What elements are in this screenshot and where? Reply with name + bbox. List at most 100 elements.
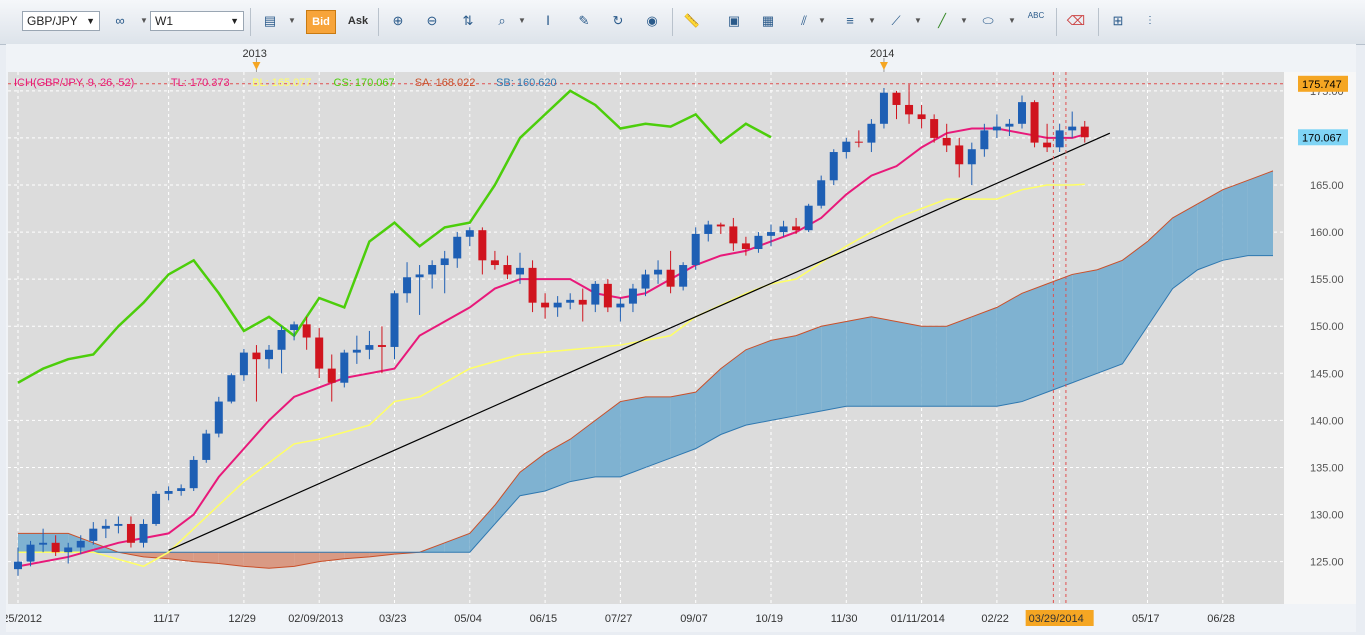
indicator-icon[interactable]: Ⅰ [536, 10, 560, 34]
x-tick-label: 05/17 [1132, 613, 1160, 625]
candle-body-up [867, 123, 876, 143]
chevron-down-icon[interactable]: ▼ [914, 16, 922, 25]
ichimoku-chart[interactable]: 125.00 130.00 135.00 140.00 145.00 150.00 155.… [0, 44, 1356, 632]
candle-body-up [202, 433, 211, 460]
gann-fan-icon[interactable]: ⟋ [884, 10, 908, 34]
globe-icon[interactable]: ◉ [640, 10, 664, 34]
cloud-bull-segment [996, 293, 1022, 407]
candle [804, 203, 813, 233]
x-tick-label: 12/29 [228, 613, 256, 625]
ellipse-icon[interactable]: ⬭ [976, 10, 1000, 34]
horizontal-lines-icon[interactable]: ≡ [838, 10, 862, 34]
x-tick-label: 11/30 [831, 613, 858, 625]
candle-body-down [955, 145, 964, 165]
magnifier-icon[interactable]: ⌕ [490, 10, 514, 34]
symbol-select[interactable]: GBP/JPY ▼ [22, 11, 100, 31]
legend-tl: TL: 170.373 [171, 77, 230, 89]
cloud-bull-segment [1047, 274, 1073, 393]
chevron-down-icon[interactable]: ▼ [288, 16, 296, 25]
candle [340, 349, 349, 388]
candle-body-down [1030, 102, 1039, 143]
eraser-icon[interactable]: ⌫ [1064, 10, 1088, 34]
zoom-in-icon[interactable]: ⊕ [386, 10, 410, 34]
candle-body-up [1055, 130, 1064, 148]
drawing-pen-icon[interactable]: ✎ [572, 10, 596, 34]
link-icon[interactable]: ∞ [108, 10, 132, 34]
x-tick-label: 02/22 [981, 613, 1009, 625]
x-tick-label: 02/09/2013 [288, 613, 343, 625]
candle-body-down [930, 119, 939, 138]
chart-type-icon[interactable]: ▤ [258, 10, 282, 34]
y-tick-label: 150.00 [1310, 321, 1344, 333]
template-icon[interactable]: ▦ [756, 10, 780, 34]
image-icon[interactable]: ▣ [722, 10, 746, 34]
chevron-down-icon[interactable]: ▼ [960, 16, 968, 25]
legend-bl: BL: 165.077 [252, 77, 311, 89]
x-tick-label: 07/27 [605, 613, 633, 625]
candle-body-down [716, 224, 725, 227]
y-tick-label: 140.00 [1310, 415, 1344, 427]
separator [1056, 8, 1057, 36]
last-price-label: 170.067 [1302, 132, 1342, 144]
candle-body-up [101, 525, 110, 529]
auto-scroll-icon[interactable]: ⇅ [456, 10, 480, 34]
candle [227, 373, 236, 404]
candle-body-up [239, 352, 248, 376]
cloud-bull-segment [771, 335, 797, 421]
hierarchy-icon[interactable]: ⊞ [1106, 10, 1130, 34]
cloud-bull-segment [620, 396, 646, 477]
candle-body-up [1018, 102, 1026, 124]
chart-area[interactable]: 125.00 130.00 135.00 140.00 145.00 150.00 155.… [0, 44, 1356, 632]
cloud-bull-segment [896, 321, 922, 407]
candle-body-up [679, 265, 688, 287]
candle-body-up [352, 349, 361, 353]
candle-body-up [403, 277, 412, 294]
candle-body-up [290, 324, 299, 330]
chevron-down-icon[interactable]: ▼ [1008, 16, 1016, 25]
zoom-out-icon[interactable]: ⊖ [420, 10, 444, 34]
chevron-down-icon[interactable]: ▼ [818, 16, 826, 25]
x-tick-label: 03/29/2014 [1029, 613, 1084, 625]
cloud-bull-segment [871, 316, 897, 407]
text-icon[interactable]: ABC [1024, 10, 1048, 34]
cloud-bull-segment [921, 326, 947, 407]
timeframe-select[interactable]: W1 ▼ [150, 11, 244, 31]
candle-body-up [704, 224, 713, 234]
x-tick-label: 03/23 [379, 613, 407, 625]
x-tick-label: 10/19 [756, 613, 784, 625]
candle-body-up [616, 303, 625, 308]
bid-button[interactable]: Bid [306, 10, 336, 34]
candle-body-up [227, 375, 236, 402]
candle-body-down [302, 324, 311, 338]
price-axis-background [1284, 72, 1356, 604]
candle-body-up [440, 258, 449, 266]
candle-body-up [428, 265, 437, 275]
ask-button[interactable]: Ask [344, 10, 372, 34]
candle-body-up [767, 232, 775, 236]
separator [672, 8, 673, 36]
y-tick-label: 145.00 [1310, 368, 1344, 380]
chevron-down-icon[interactable]: ▼ [140, 16, 148, 25]
y-tick-label: 125.00 [1310, 557, 1344, 569]
trend-line-icon[interactable]: ╱ [930, 10, 954, 34]
candle-body-up [26, 544, 35, 562]
chevron-down-icon[interactable]: ▼ [868, 16, 876, 25]
candle-body-up [829, 152, 838, 181]
chevron-down-icon[interactable]: ▼ [518, 16, 526, 25]
cloud-bull-segment [1022, 283, 1048, 402]
candle-body-up [779, 226, 788, 233]
x-tick-label: 01/11/2014 [891, 613, 945, 625]
ruler-icon[interactable]: 📏 [680, 10, 704, 34]
candle-body-down [905, 104, 914, 115]
fibonacci-icon[interactable]: ⫽ [792, 10, 816, 34]
toolbar: GBP/JPY ▼ ∞ ▼ W1 ▼ ▤ ▼ Bid Ask ⊕ ⊖ ⇅ ⌕ ▼… [0, 0, 1365, 45]
cloud-bull-segment [946, 316, 972, 407]
abc-label: ABC [1027, 11, 1045, 20]
candle-body-up [152, 493, 161, 524]
y-tick-label: 165.00 [1310, 180, 1344, 192]
candle [603, 279, 612, 313]
more-icon[interactable]: ⋮ [1138, 10, 1162, 34]
candle-body-down [792, 226, 801, 231]
refresh-icon[interactable]: ↻ [606, 10, 630, 34]
candle [214, 396, 223, 438]
